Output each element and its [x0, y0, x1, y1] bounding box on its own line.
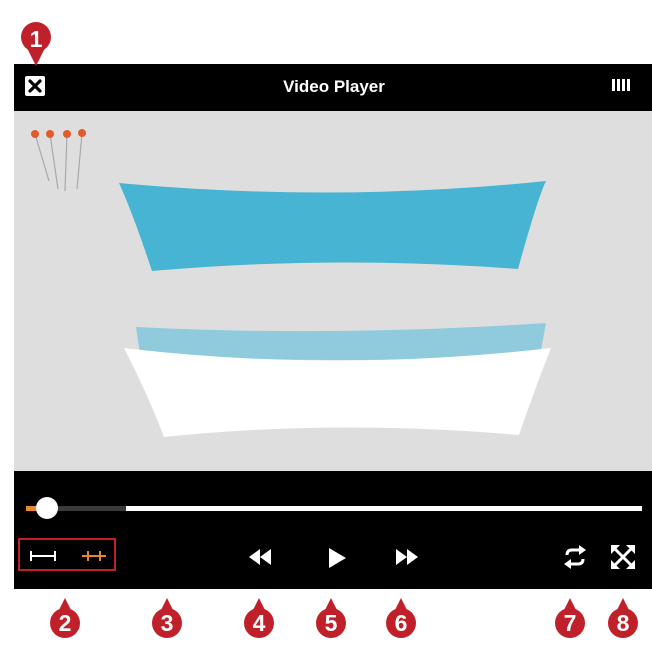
signal-icon — [610, 79, 630, 91]
light-blue-fabric — [136, 323, 546, 360]
callout-marker-4: 4 — [244, 596, 274, 638]
window-title: Video Player — [283, 77, 385, 96]
fullscreen-button[interactable] — [610, 544, 636, 575]
rewind-icon — [249, 549, 271, 565]
fast-forward-icon — [396, 549, 418, 565]
callout-marker-8: 8 — [608, 596, 638, 638]
repeat-icon — [564, 545, 586, 569]
callout-marker-2: 2 — [50, 596, 80, 638]
callout-marker-1: 1 — [21, 22, 51, 66]
callout-marker-5: 5 — [316, 596, 346, 638]
callout-marker-3: 3 — [152, 596, 182, 638]
controls-bar — [14, 471, 652, 589]
title-bar: Video Player — [14, 64, 652, 111]
repeat-button[interactable] — [562, 545, 588, 574]
seek-bar[interactable] — [24, 497, 642, 521]
play-icon — [329, 548, 346, 568]
callout-marker-6: 6 — [386, 596, 416, 638]
ab-loop-start-icon — [30, 551, 56, 561]
video-frame[interactable] — [14, 111, 652, 471]
rewind-button[interactable] — [247, 547, 273, 572]
callout-marker-7: 7 — [555, 596, 585, 638]
ab-loop-start-button[interactable] — [29, 549, 57, 568]
play-button[interactable] — [326, 546, 348, 575]
video-content — [31, 129, 551, 437]
pins-image — [31, 129, 86, 192]
white-fabric — [124, 348, 551, 437]
ab-loop-end-button[interactable] — [80, 549, 108, 568]
seek-thumb[interactable] — [36, 497, 58, 519]
fullscreen-icon — [611, 545, 635, 569]
fast-forward-button[interactable] — [394, 547, 420, 572]
ab-loop-end-icon — [82, 551, 106, 561]
blue-fabric — [119, 181, 546, 271]
